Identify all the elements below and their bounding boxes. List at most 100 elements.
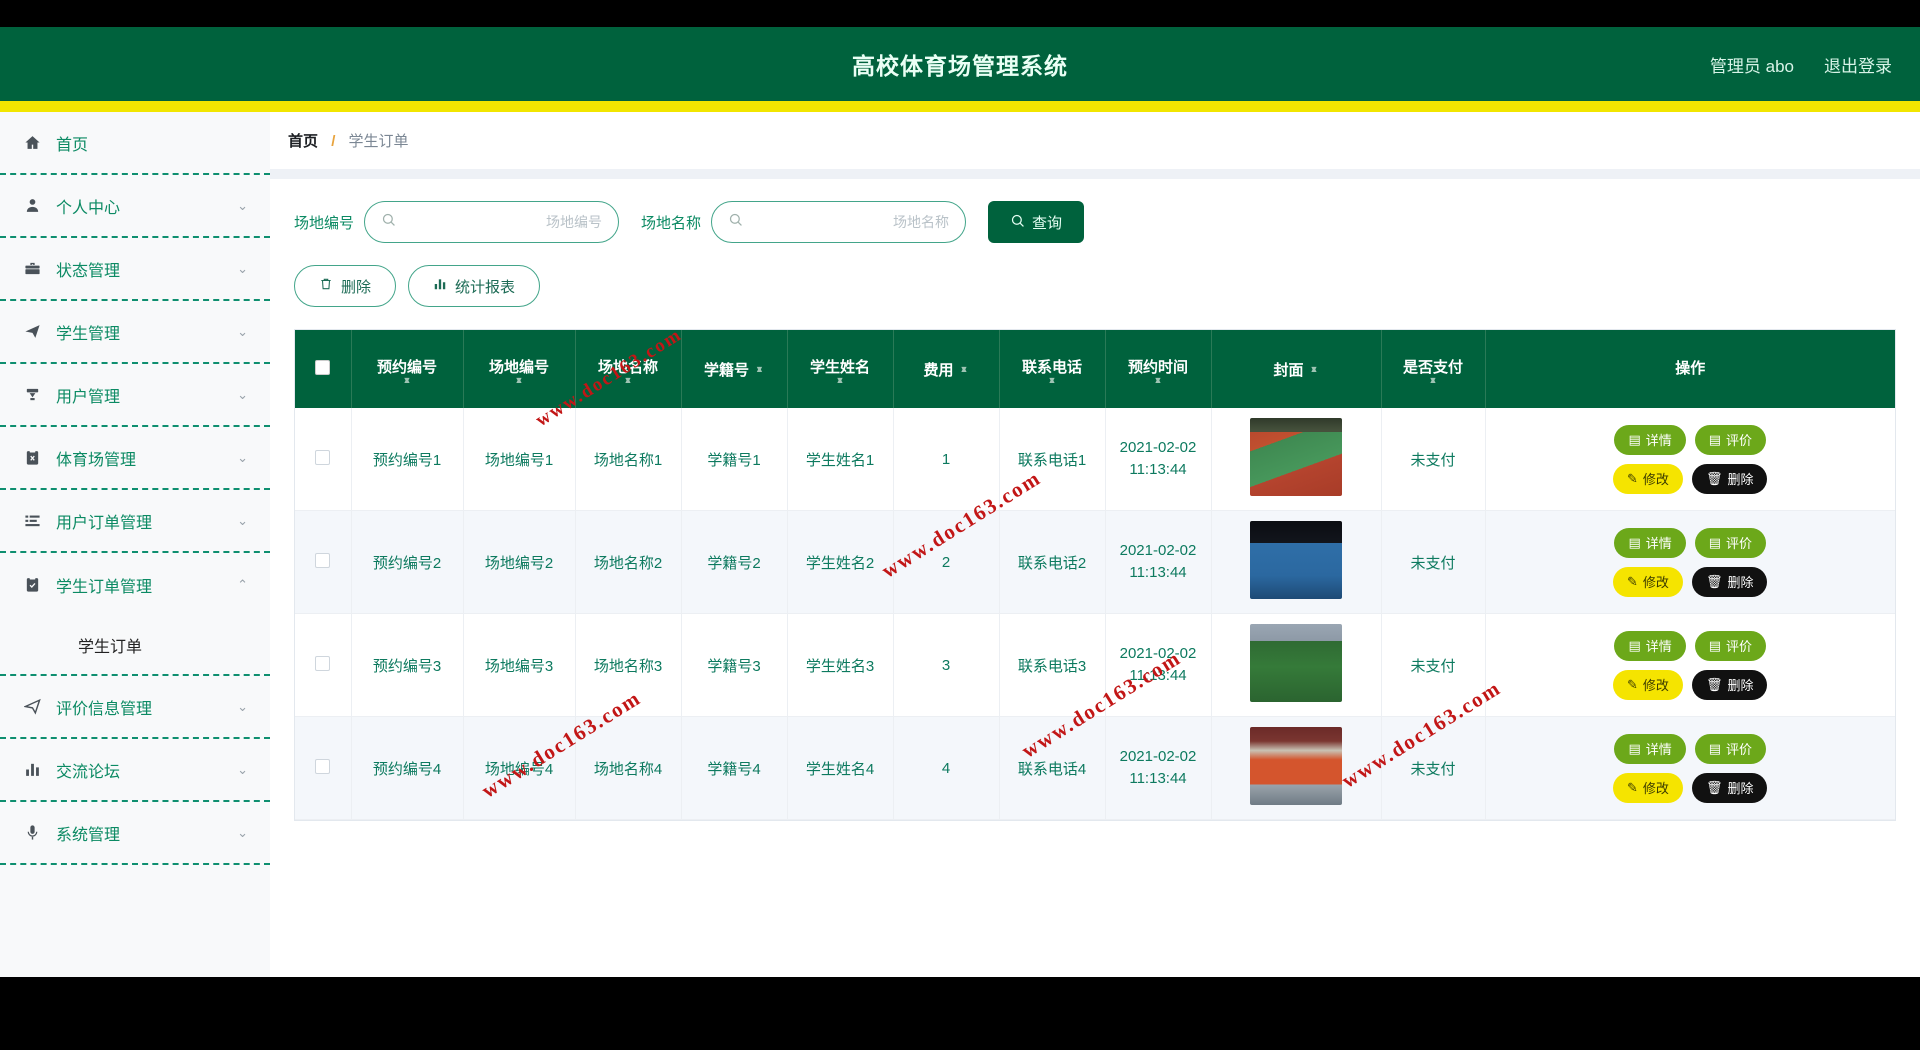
cell-actions: ▤详情 ▤评价 ✎修改 🗑删除 <box>1485 717 1895 820</box>
sidebar-label: 评价信息管理 <box>56 695 152 719</box>
venue-name-input-wrapper[interactable] <box>711 201 966 243</box>
delete-button[interactable]: 🗑删除 <box>1692 567 1768 597</box>
venue-name-input[interactable] <box>743 214 949 230</box>
row-checkbox[interactable] <box>315 553 330 568</box>
cell-venue-no: 场地编号3 <box>463 614 575 717</box>
th-booking-no[interactable]: 预约编号 ▲▼ <box>351 330 463 408</box>
table-row: 预约编号3场地编号3场地名称3学籍号3学生姓名33联系电话32021-02-02… <box>295 614 1895 717</box>
cell-select[interactable] <box>295 408 351 511</box>
delete-button[interactable]: 🗑删除 <box>1692 464 1768 494</box>
admin-name-label: 管理员 abo <box>1710 52 1794 77</box>
th-booking-time[interactable]: 预约时间 ▲▼ <box>1105 330 1211 408</box>
document-icon: ▤ <box>1709 638 1721 654</box>
cell-booking-no: 预约编号2 <box>351 511 463 614</box>
evaluate-button[interactable]: ▤评价 <box>1695 734 1766 764</box>
evaluate-label: 评价 <box>1726 533 1752 552</box>
evaluate-button[interactable]: ▤ 评价 <box>1695 528 1766 558</box>
cover-thumbnail[interactable] <box>1250 521 1342 599</box>
th-label: 学籍号 <box>704 359 749 380</box>
th-venue-name[interactable]: 场地名称 ▲▼ <box>575 330 681 408</box>
cell-fee: 3 <box>893 614 999 717</box>
cover-thumbnail[interactable] <box>1250 624 1342 702</box>
venue-no-label: 场地编号 <box>294 212 354 233</box>
cell-select[interactable] <box>295 717 351 820</box>
cell-phone: 联系电话2 <box>999 511 1105 614</box>
cell-select[interactable] <box>295 511 351 614</box>
row-checkbox[interactable] <box>315 759 330 774</box>
trash-icon <box>319 277 333 295</box>
page-title: 高校体育场管理系统 <box>0 47 1920 81</box>
operation-toolbar: 删除 统计报表 <box>294 265 1896 307</box>
th-paid[interactable]: 是否支付 ▲▼ <box>1381 330 1485 408</box>
statistics-report-label: 统计报表 <box>455 276 515 297</box>
cell-booking-no: 预约编号4 <box>351 717 463 820</box>
venue-no-input-wrapper[interactable] <box>364 201 619 243</box>
sidebar-item-review-management[interactable]: 评价信息管理 ⌄ <box>0 676 270 739</box>
cover-thumbnail[interactable] <box>1250 727 1342 805</box>
th-select-all[interactable] <box>295 330 351 408</box>
detail-button[interactable]: ▤详情 <box>1614 528 1685 558</box>
table-header-row: 预约编号 ▲▼ 场地编号 ▲▼ 场地名称 ▲▼ 学籍号 <box>295 330 1895 408</box>
sidebar-item-system-management[interactable]: 系统管理 ⌄ <box>0 802 270 865</box>
th-label: 费用 <box>924 359 954 380</box>
header-user-area: 管理员 abo 退出登录 <box>1710 52 1892 77</box>
detail-button[interactable]: ▤详情 <box>1614 734 1685 764</box>
sidebar-item-home[interactable]: 首页 <box>0 112 270 175</box>
venue-name-label: 场地名称 <box>641 212 701 233</box>
edit-button[interactable]: ✎修改 <box>1613 773 1683 803</box>
search-icon <box>381 212 396 232</box>
trash-icon: 🗑 <box>1706 677 1723 693</box>
sidebar-subitem-student-order[interactable]: 学生订单 <box>0 616 270 676</box>
th-phone[interactable]: 联系电话 ▲▼ <box>999 330 1105 408</box>
sidebar-item-status-management[interactable]: 状态管理 ⌄ <box>0 238 270 301</box>
detail-button[interactable]: ▤详情 <box>1614 631 1685 661</box>
query-button-label: 查询 <box>1032 212 1062 233</box>
evaluate-button[interactable]: ▤评价 <box>1695 425 1766 455</box>
sidebar-item-user-management[interactable]: 用户管理 ⌄ <box>0 364 270 427</box>
th-student-no[interactable]: 学籍号 ▲▼ <box>681 330 787 408</box>
th-fee[interactable]: 费用 ▲▼ <box>893 330 999 408</box>
sidebar-item-student-management[interactable]: 学生管理 ⌄ <box>0 301 270 364</box>
pencil-icon: ✎ <box>1627 471 1638 487</box>
sidebar-sublabel: 学生订单 <box>78 633 142 657</box>
row-checkbox[interactable] <box>315 450 330 465</box>
cell-cover <box>1211 511 1381 614</box>
query-button[interactable]: 查询 <box>988 201 1084 243</box>
logout-link[interactable]: 退出登录 <box>1824 52 1892 77</box>
row-checkbox[interactable] <box>315 656 330 671</box>
cell-booking-time: 2021-02-02 11:13:44 <box>1105 614 1211 717</box>
home-icon <box>24 134 50 151</box>
cell-student-no: 学籍号2 <box>681 511 787 614</box>
row-action-group: ▤详情 ▤评价 ✎修改 🗑删除 <box>1575 425 1805 494</box>
delete-button[interactable]: 🗑删除 <box>1692 670 1768 700</box>
edit-button[interactable]: ✎修改 <box>1613 670 1683 700</box>
bulk-delete-button[interactable]: 删除 <box>294 265 396 307</box>
cover-thumbnail[interactable] <box>1250 418 1342 496</box>
row-action-group: ▤详情 ▤ 评价 ✎修改 🗑删除 <box>1575 528 1805 597</box>
cell-student-no: 学籍号3 <box>681 614 787 717</box>
select-all-checkbox[interactable] <box>315 360 330 375</box>
document-icon: ▤ <box>1709 535 1721 551</box>
cell-select[interactable] <box>295 614 351 717</box>
cell-fee: 4 <box>893 717 999 820</box>
cell-paid: 未支付 <box>1381 717 1485 820</box>
evaluate-button[interactable]: ▤评价 <box>1695 631 1766 661</box>
sidebar-item-student-order-management[interactable]: 学生订单管理 ⌃ <box>0 553 270 616</box>
statistics-report-button[interactable]: 统计报表 <box>408 265 540 307</box>
sidebar-item-forum[interactable]: 交流论坛 ⌄ <box>0 739 270 802</box>
edit-button[interactable]: ✎修改 <box>1613 464 1683 494</box>
detail-button[interactable]: ▤详情 <box>1614 425 1685 455</box>
th-student-name[interactable]: 学生姓名 ▲▼ <box>787 330 893 408</box>
venue-no-input[interactable] <box>396 214 602 230</box>
delete-button[interactable]: 🗑删除 <box>1692 773 1768 803</box>
pencil-icon: ✎ <box>1627 574 1638 590</box>
sidebar-item-user-order-management[interactable]: 用户订单管理 ⌄ <box>0 490 270 553</box>
breadcrumb-home[interactable]: 首页 <box>288 133 318 150</box>
th-venue-no[interactable]: 场地编号 ▲▼ <box>463 330 575 408</box>
sidebar-item-stadium-management[interactable]: 体育场管理 ⌄ <box>0 427 270 490</box>
edit-button[interactable]: ✎修改 <box>1613 567 1683 597</box>
main-content-area: 首页 / 学生订单 场地编号 <box>270 112 1920 977</box>
th-cover[interactable]: 封面 ▲▼ <box>1211 330 1381 408</box>
sidebar-item-personal-center[interactable]: 个人中心 ⌄ <box>0 175 270 238</box>
document-icon: ▤ <box>1709 432 1721 448</box>
